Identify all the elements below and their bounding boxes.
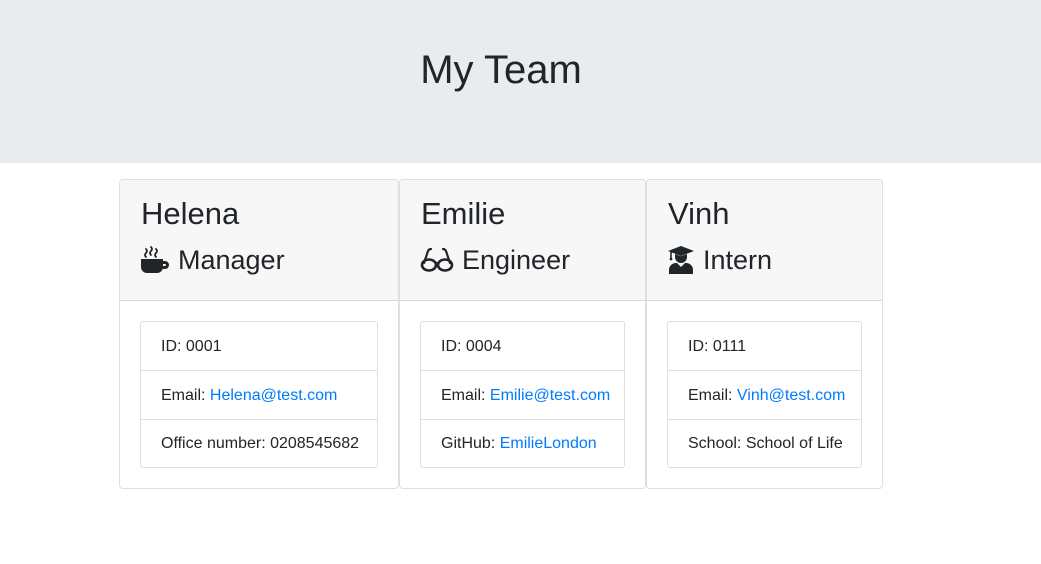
school-text: School: School of Life [688, 435, 843, 452]
employee-email: Email: Helena@test.com [141, 371, 377, 420]
employee-github: GitHub: EmilieLondon [421, 420, 624, 467]
employee-name: Emilie [421, 196, 506, 231]
employee-id: ID: 0004 [421, 322, 624, 371]
employee-id: ID: 0001 [141, 322, 377, 371]
office-number-text: Office number: 0208545682 [161, 435, 360, 452]
employee-role: Intern [667, 242, 772, 278]
card-header: Vinh Intern [647, 180, 882, 301]
employee-details-list: ID: 0111 Email: Vinh@test.com School: Sc… [667, 321, 862, 468]
employee-name: Vinh [668, 196, 730, 231]
employee-email: Email: Vinh@test.com [668, 371, 861, 420]
page-header: My Team [0, 0, 1041, 163]
graduate-icon [667, 245, 695, 275]
employee-email: Email: Emilie@test.com [421, 371, 624, 420]
employee-role: Manager [140, 242, 285, 278]
role-label: Intern [703, 245, 773, 275]
card-header: Emilie Engineer [400, 180, 645, 301]
email-link[interactable]: Helena@test.com [210, 387, 337, 404]
employee-card-manager: Helena Manager ID: 0001 Email: Helena@te… [119, 179, 399, 489]
employee-school: School: School of Life [668, 420, 861, 467]
role-label: Manager [178, 245, 285, 275]
employee-office-number: Office number: 0208545682 [141, 420, 377, 467]
card-header: Helena Manager [120, 180, 398, 301]
coffee-icon [140, 245, 170, 275]
employee-role: Engineer [420, 242, 570, 278]
role-label: Engineer [462, 245, 571, 275]
email-link[interactable]: Vinh@test.com [737, 387, 845, 404]
employee-id: ID: 0111 [668, 322, 861, 371]
employee-card-engineer: Emilie Engineer ID: 0004 Email: Emilie@t… [399, 179, 646, 489]
github-link[interactable]: EmilieLondon [500, 435, 597, 452]
email-label: Email: [161, 387, 210, 404]
page-title: My Team [420, 48, 582, 92]
email-link[interactable]: Emilie@test.com [490, 387, 610, 404]
email-label: Email: [441, 387, 490, 404]
employee-details-list: ID: 0004 Email: Emilie@test.com GitHub: … [420, 321, 625, 468]
employee-details-list: ID: 0001 Email: Helena@test.com Office n… [140, 321, 378, 468]
employee-card-intern: Vinh Intern ID: 0111 Email: Vinh@test.co… [646, 179, 883, 489]
id-text: ID: 0111 [688, 338, 747, 355]
employee-name: Helena [141, 196, 240, 231]
glasses-icon [420, 245, 454, 275]
email-label: Email: [688, 387, 737, 404]
id-text: ID: 0004 [441, 338, 502, 355]
github-label: GitHub: [441, 435, 500, 452]
id-text: ID: 0001 [161, 338, 222, 355]
